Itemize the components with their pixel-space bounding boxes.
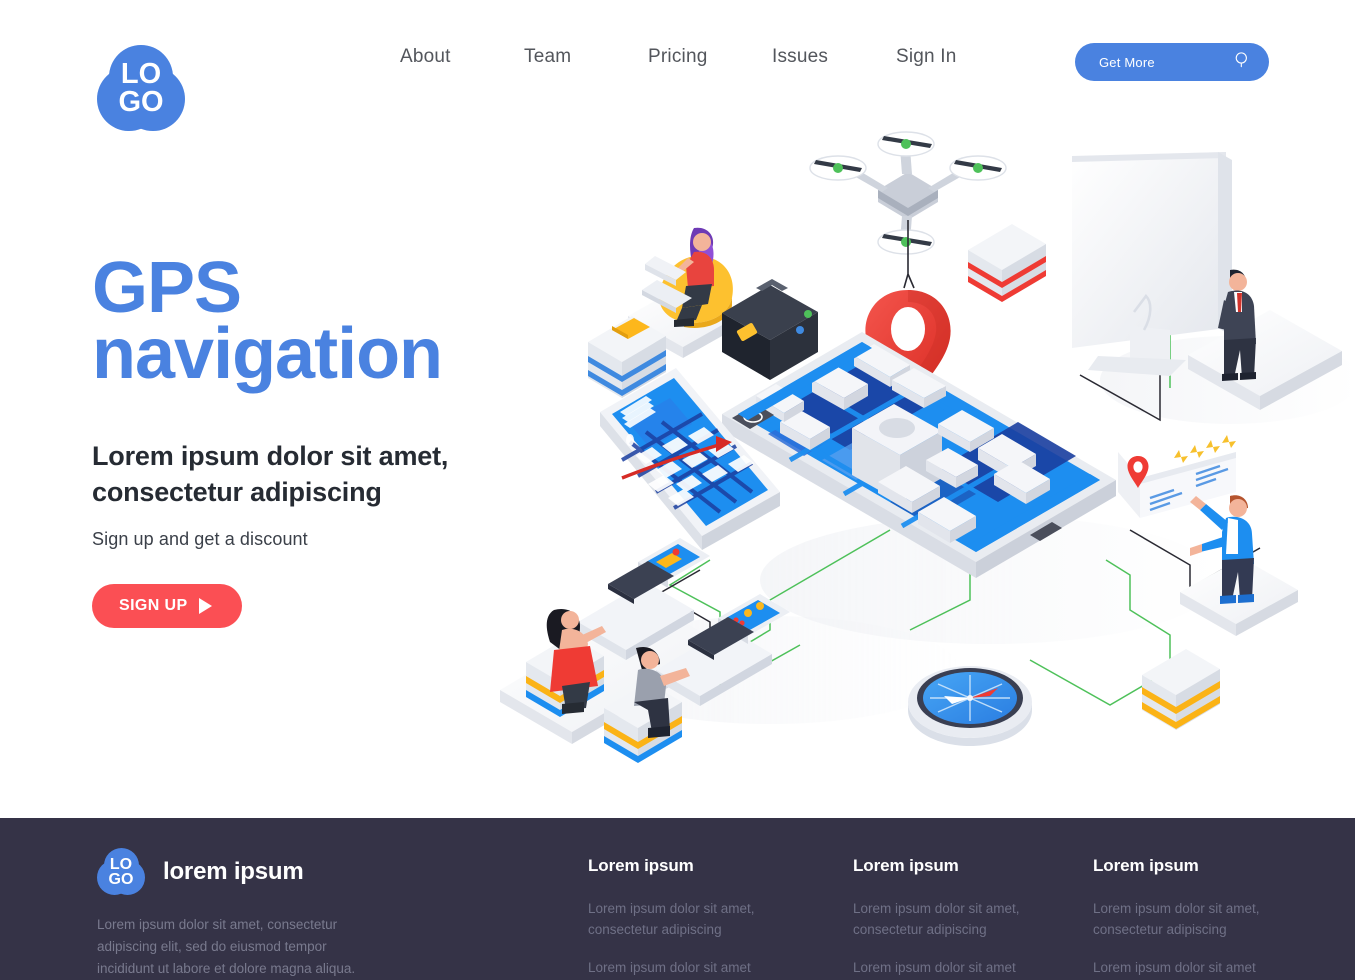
rating-card	[1118, 426, 1236, 518]
hero-title-line2: navigation	[92, 314, 443, 395]
search-icon[interactable]	[1234, 51, 1251, 73]
man-head	[1229, 273, 1247, 291]
monitor-stand	[1130, 326, 1170, 362]
man-shoe-2	[1240, 372, 1256, 380]
footer-column-2-line-2[interactable]: Lorem ipsum dolor sit amet	[853, 957, 1083, 978]
footer-logo-text: LO GO	[97, 848, 145, 896]
get-more-button[interactable]: Get More	[1075, 43, 1269, 81]
play-icon	[198, 597, 212, 614]
op-man-shoe	[648, 726, 670, 738]
footer-column-2-line-1[interactable]: Lorem ipsum dolor sit amet, consectetur …	[853, 898, 1083, 941]
suitcase-dot-green	[804, 310, 812, 318]
footer-column-3-title: Lorem ipsum	[1093, 856, 1199, 875]
op-woman-shoe	[562, 702, 584, 714]
logo-text: LO GO	[97, 45, 185, 133]
hero-note: Sign up and get a discount	[92, 528, 308, 549]
nav-item-about[interactable]: About	[400, 46, 524, 68]
footer-brand[interactable]: LO GO lorem ipsum	[97, 848, 304, 896]
page-title: GPS navigation	[92, 252, 532, 395]
hero-subtitle: Lorem ipsum dolor sit amet, consectetur …	[92, 441, 449, 508]
footer-column-3-line-1[interactable]: Lorem ipsum dolor sit amet, consectetur …	[1093, 898, 1323, 941]
reviewer-arm-up	[1200, 504, 1228, 530]
logo-text-line2: GO	[118, 86, 164, 118]
logo-text-line1: LO	[120, 58, 162, 91]
gps-navigation-illustration	[470, 130, 1350, 810]
nav-item-sign-in[interactable]: Sign In	[896, 46, 1026, 68]
footer-column-1-title: Lorem ipsum	[588, 856, 694, 875]
stack-red	[968, 224, 1046, 302]
footer-column-3: Lorem ipsum Lorem ipsum dolor sit amet, …	[1093, 856, 1323, 978]
man-shoe-1	[1222, 373, 1238, 381]
footer-column-2: Lorem ipsum Lorem ipsum dolor sit amet, …	[853, 856, 1083, 978]
footer-column-1: Lorem ipsum Lorem ipsum dolor sit amet, …	[588, 856, 818, 978]
get-more-label: Get More	[1099, 54, 1155, 70]
logo[interactable]: LO GO	[97, 45, 187, 135]
compass	[908, 666, 1032, 746]
main-navigation: About Team Pricing Issues Sign In	[400, 46, 1026, 68]
nav-item-issues[interactable]: Issues	[772, 46, 896, 68]
logo-mark: LO GO	[97, 45, 185, 133]
footer-column-3-line-2[interactable]: Lorem ipsum dolor sit amet	[1093, 957, 1323, 978]
footer-column-2-title: Lorem ipsum	[853, 856, 959, 875]
sign-up-button[interactable]: SIGN UP	[92, 583, 242, 628]
op-woman-head	[561, 611, 579, 629]
workstation-scene	[500, 538, 790, 763]
footer-column-1-line-2[interactable]: Lorem ipsum dolor sit amet	[588, 957, 818, 978]
site-footer: LO GO lorem ipsum Lorem ipsum dolor sit …	[0, 818, 1355, 980]
footer-column-1-line-1[interactable]: Lorem ipsum dolor sit amet, consectetur …	[588, 898, 818, 941]
stack-yellow	[1142, 649, 1220, 730]
hero-section: GPS navigation Lorem ipsum dolor sit ame…	[92, 252, 532, 628]
sign-up-label: SIGN UP	[119, 596, 188, 614]
desktop-monitor-scene	[1072, 152, 1342, 410]
reviewer-vest	[1226, 518, 1238, 554]
woman-head	[693, 233, 711, 251]
footer-brand-name: lorem ipsum	[163, 858, 304, 885]
suitcase-dot-blue	[796, 326, 804, 334]
footer-logo-line2: GO	[108, 871, 134, 888]
footer-logo: LO GO	[97, 848, 145, 896]
nav-item-pricing[interactable]: Pricing	[648, 46, 772, 68]
nav-item-team[interactable]: Team	[524, 46, 648, 68]
site-header: LO GO About Team Pricing Issues Sign In …	[0, 0, 1355, 140]
footer-about-text: Lorem ipsum dolor sit amet, consectetur …	[97, 917, 356, 976]
suitcase	[722, 279, 818, 380]
tablet-marker	[626, 434, 634, 446]
op-man-head	[641, 651, 659, 669]
footer-logo-line1: LO	[109, 855, 133, 873]
reviewer-shoe-1	[1220, 595, 1236, 604]
reviewer-head	[1229, 499, 1247, 517]
reviewer-shoe-2	[1238, 594, 1254, 603]
